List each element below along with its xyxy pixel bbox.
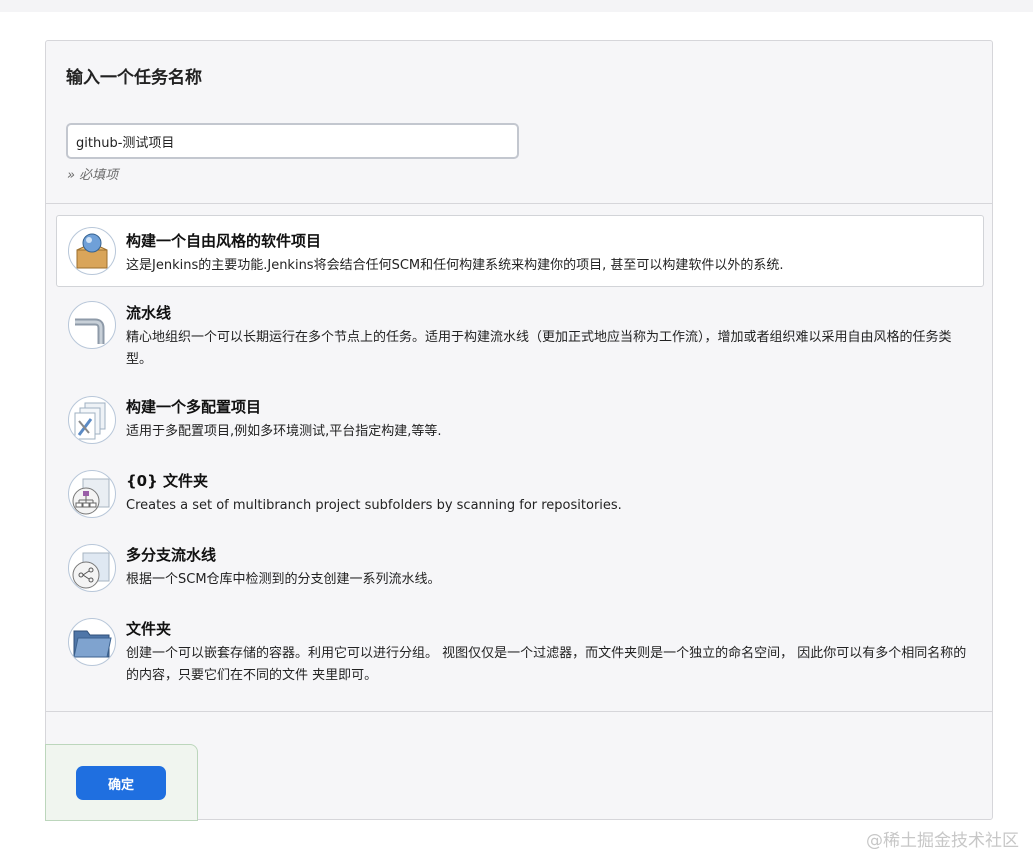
pipeline-icon bbox=[68, 301, 116, 349]
item-type-pipeline[interactable]: 流水线 精心地组织一个可以长期运行在多个节点上的任务。适用于构建流水线（更加正式… bbox=[56, 291, 984, 377]
item-title: 构建一个多配置项目 bbox=[126, 398, 262, 416]
watermark: @稀土掘金技术社区 bbox=[866, 831, 1019, 851]
item-type-multi-config[interactable]: 构建一个多配置项目 适用于多配置项目,例如多环境测试,平台指定构建,等等. bbox=[56, 385, 984, 451]
item-title: {0} 文件夹 bbox=[126, 472, 209, 490]
freestyle-project-icon bbox=[68, 227, 116, 275]
item-type-freestyle[interactable]: 构建一个自由风格的软件项目 这是Jenkins的主要功能.Jenkins将会结合… bbox=[56, 215, 984, 287]
item-title: 文件夹 bbox=[126, 620, 172, 638]
required-hint: » 必填项 bbox=[67, 168, 119, 183]
item-description: 创建一个可以嵌套存储的容器。利用它可以进行分组。 视图仅仅是一个过滤器，而文件夹… bbox=[126, 646, 967, 683]
new-item-panel: 输入一个任务名称 » 必填项 构建一个自由风格的软件项目 这是Jenkins的主… bbox=[45, 40, 993, 821]
item-description: Creates a set of multibranch project sub… bbox=[126, 498, 622, 513]
item-title: 构建一个自由风格的软件项目 bbox=[126, 232, 322, 250]
multi-config-icon bbox=[68, 396, 116, 444]
item-description: 根据一个SCM仓库中检测到的分支创建一系列流水线。 bbox=[126, 572, 441, 587]
folder-icon bbox=[68, 618, 116, 666]
item-description: 适用于多配置项目,例如多环境测试,平台指定构建,等等. bbox=[126, 424, 442, 439]
organization-folder-icon bbox=[68, 470, 116, 518]
item-type-multibranch-pipeline[interactable]: 多分支流水线 根据一个SCM仓库中检测到的分支创建一系列流水线。 bbox=[56, 533, 984, 599]
multibranch-pipeline-icon bbox=[68, 544, 116, 592]
ok-button[interactable]: 确定 bbox=[76, 766, 166, 800]
footer-section: 确定 bbox=[45, 711, 992, 821]
item-name-input[interactable] bbox=[66, 123, 519, 159]
item-type-folder[interactable]: 文件夹 创建一个可以嵌套存储的容器。利用它可以进行分组。 视图仅仅是一个过滤器，… bbox=[56, 607, 984, 693]
top-bar bbox=[0, 0, 1033, 12]
item-description: 这是Jenkins的主要功能.Jenkins将会结合任何SCM和任何构建系统来构… bbox=[126, 258, 784, 273]
item-description: 精心地组织一个可以长期运行在多个节点上的任务。适用于构建流水线（更加正式地应当称… bbox=[126, 330, 952, 367]
item-title: 流水线 bbox=[126, 304, 172, 322]
ok-button-container: 确定 bbox=[45, 744, 198, 821]
page-title: 输入一个任务名称 bbox=[66, 68, 202, 88]
item-title: 多分支流水线 bbox=[126, 546, 217, 564]
item-type-organization-folder[interactable]: {0} 文件夹 Creates a set of multibranch pro… bbox=[56, 459, 984, 525]
item-name-section: 输入一个任务名称 » 必填项 bbox=[46, 41, 992, 204]
